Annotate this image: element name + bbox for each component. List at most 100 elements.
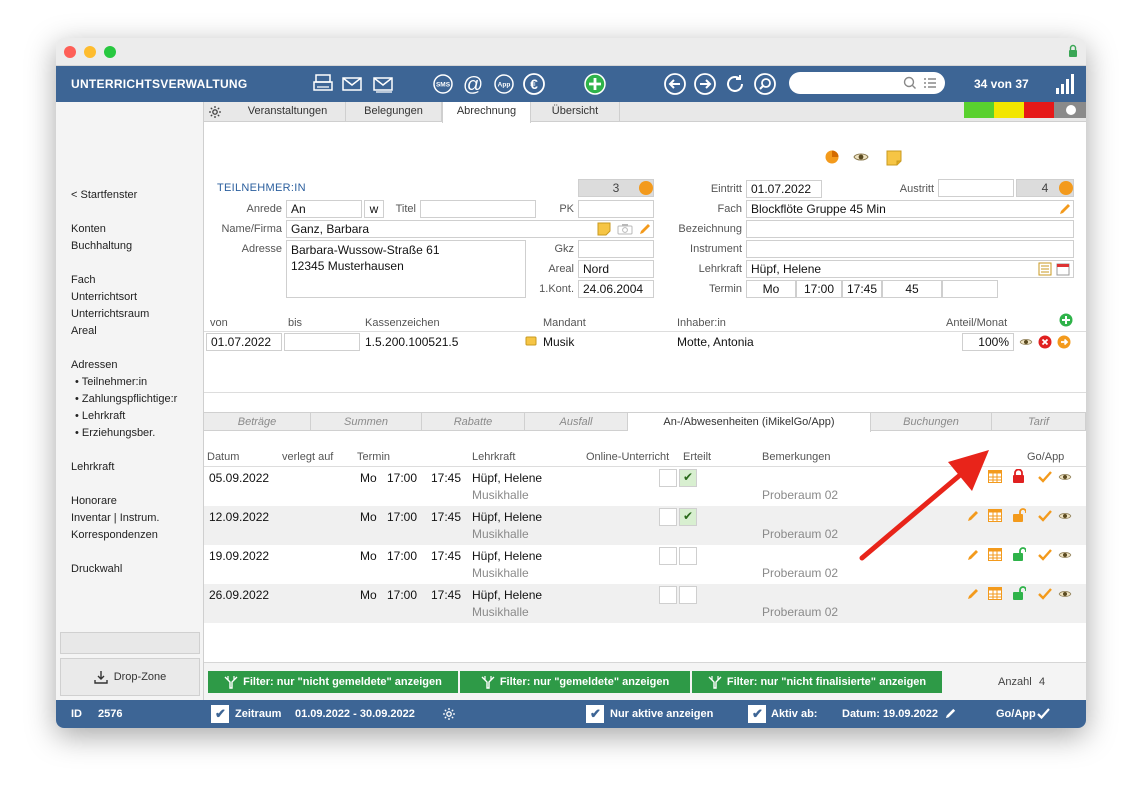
anrede-field[interactable]: An xyxy=(286,200,362,218)
check-icon[interactable] xyxy=(1038,471,1052,486)
mail-icon[interactable] xyxy=(340,72,364,96)
areal-field[interactable]: Nord xyxy=(578,260,654,278)
adresse-field[interactable]: Barbara-Wussow-Straße 61 12345 Musterhau… xyxy=(286,240,526,298)
eye-icon[interactable] xyxy=(853,151,869,163)
sidebar-item-fach[interactable]: Fach xyxy=(71,274,95,286)
table-icon[interactable] xyxy=(988,509,1002,525)
tab-belegungen[interactable]: Belegungen xyxy=(346,102,442,122)
termin-minutes-field[interactable]: 45 xyxy=(882,280,942,298)
close-window-button[interactable] xyxy=(64,46,76,58)
list-small-icon[interactable] xyxy=(1038,262,1052,276)
instrument-field[interactable] xyxy=(746,240,1074,258)
note-icon[interactable] xyxy=(886,150,902,166)
subtab-betraege[interactable]: Beträge xyxy=(204,413,311,431)
subtab-tarif[interactable]: Tarif xyxy=(992,413,1086,431)
check-icon[interactable] xyxy=(1038,510,1052,525)
arrow-right-icon[interactable] xyxy=(693,72,717,96)
minimize-window-button[interactable] xyxy=(84,46,96,58)
online-checkbox[interactable] xyxy=(659,586,677,604)
sidebar-subitem-erziehungsber[interactable]: • Erziehungsber. xyxy=(75,427,155,439)
sidebar-item-korrespondenzen[interactable]: Korrespondenzen xyxy=(71,529,158,541)
sidebar-item-lehrkraft[interactable]: Lehrkraft xyxy=(71,461,114,473)
lehrkraft-field[interactable]: Hüpf, Helene xyxy=(746,260,1074,278)
app-icon[interactable]: App xyxy=(492,72,516,96)
online-checkbox[interactable] xyxy=(659,547,677,565)
sidebar-item-honorare[interactable]: Honorare xyxy=(71,495,117,507)
settings-gear-icon[interactable] xyxy=(442,707,456,721)
account-bis-field[interactable] xyxy=(284,333,360,351)
email-at-icon[interactable]: @ xyxy=(461,72,485,96)
gear-icon[interactable] xyxy=(208,105,222,119)
subtab-rabatte[interactable]: Rabatte xyxy=(422,413,525,431)
goto-icon[interactable] xyxy=(1057,335,1071,349)
table-icon[interactable] xyxy=(988,470,1002,486)
nur-aktive-checkbox[interactable] xyxy=(586,705,604,723)
eintritt-field[interactable]: 01.07.2022 xyxy=(746,180,822,198)
sidebar-item-inventar[interactable]: Inventar | Instrum. xyxy=(71,512,159,524)
add-record-icon[interactable] xyxy=(583,72,607,96)
calendar-icon[interactable] xyxy=(1056,262,1070,276)
termin-day-field[interactable]: Mo xyxy=(746,280,796,298)
online-checkbox[interactable] xyxy=(659,508,677,526)
date-pencil-icon[interactable] xyxy=(944,707,957,720)
zeitraum-checkbox[interactable] xyxy=(211,705,229,723)
note-small-icon[interactable] xyxy=(597,222,611,236)
bezeichnung-field[interactable] xyxy=(746,220,1074,238)
erteilt-checkbox[interactable] xyxy=(679,547,697,565)
folder-icon[interactable] xyxy=(525,335,537,347)
account-eye-icon[interactable] xyxy=(1019,337,1033,347)
titel-field[interactable] xyxy=(420,200,536,218)
sidebar-subitem-zahlungspflichtige[interactable]: • Zahlungspflichtige:r xyxy=(75,393,177,405)
refresh-icon[interactable] xyxy=(723,72,747,96)
sidebar-item-unterrichtsort[interactable]: Unterrichtsort xyxy=(71,291,137,303)
lock-open-icon[interactable] xyxy=(1012,547,1027,564)
sidebar-subitem-teilnehmer[interactable]: • Teilnehmer:in xyxy=(75,376,147,388)
filter-nicht-gemeldet-button[interactable]: Filter: nur "nicht gemeldete" anzeigen xyxy=(208,671,458,693)
edit-pencil-icon[interactable] xyxy=(966,470,980,487)
termin-to-field[interactable]: 17:45 xyxy=(842,280,882,298)
erteilt-checkbox[interactable] xyxy=(679,586,697,604)
tab-veranstaltungen[interactable]: Veranstaltungen xyxy=(230,102,346,122)
sidebar-back-startfenster[interactable]: < Startfenster xyxy=(71,189,137,201)
termin-from-field[interactable]: 17:00 xyxy=(796,280,842,298)
eye-icon[interactable] xyxy=(1058,589,1072,602)
zoom-window-button[interactable] xyxy=(104,46,116,58)
table-icon[interactable] xyxy=(988,548,1002,564)
printer-icon[interactable] xyxy=(311,72,335,96)
tab-abrechnung[interactable]: Abrechnung xyxy=(442,102,531,123)
sidebar-item-druckwahl[interactable]: Druckwahl xyxy=(71,563,122,575)
filter-nicht-finalisiert-button[interactable]: Filter: nur "nicht finalisierte" anzeige… xyxy=(692,671,942,693)
subtab-buchungen[interactable]: Buchungen xyxy=(871,413,992,431)
sidebar-item-konten[interactable]: Konten xyxy=(71,223,106,235)
edit-pencil-icon[interactable] xyxy=(966,509,980,526)
delete-icon[interactable] xyxy=(1038,335,1052,349)
termin-extra-field[interactable] xyxy=(942,280,998,298)
sidebar-item-unterrichtsraum[interactable]: Unterrichtsraum xyxy=(71,308,149,320)
table-icon[interactable] xyxy=(988,587,1002,603)
sidebar-subitem-lehrkraft[interactable]: • Lehrkraft xyxy=(75,410,125,422)
austritt-dropdown-icon[interactable] xyxy=(1059,181,1073,195)
drop-zone[interactable]: Drop-Zone xyxy=(60,658,200,696)
erteilt-checkbox[interactable] xyxy=(679,508,697,526)
add-account-icon[interactable] xyxy=(1059,313,1073,327)
austritt-field[interactable] xyxy=(938,179,1014,197)
check-icon[interactable] xyxy=(1038,549,1052,564)
check-icon[interactable] xyxy=(1038,588,1052,603)
lock-open-icon[interactable] xyxy=(1012,586,1027,603)
anrede-gender-field[interactable]: w xyxy=(364,200,384,218)
eye-icon[interactable] xyxy=(1058,472,1072,485)
tab-uebersicht[interactable]: Übersicht xyxy=(531,102,620,122)
euro-icon[interactable]: € xyxy=(522,72,546,96)
gkz-field[interactable] xyxy=(578,240,654,258)
account-von-field[interactable]: 01.07.2022 xyxy=(206,333,282,351)
lock-closed-icon[interactable] xyxy=(1012,468,1025,486)
pencil-icon[interactable] xyxy=(638,222,652,236)
eye-icon[interactable] xyxy=(1058,550,1072,563)
mail-batch-icon[interactable] xyxy=(371,72,395,96)
list-icon[interactable] xyxy=(923,77,937,89)
pk-field[interactable] xyxy=(578,200,654,218)
arrow-left-icon[interactable] xyxy=(663,72,687,96)
erteilt-checkbox[interactable] xyxy=(679,469,697,487)
teilnehmer-dropdown-icon[interactable] xyxy=(639,181,653,195)
edit-pencil-icon[interactable] xyxy=(966,548,980,565)
